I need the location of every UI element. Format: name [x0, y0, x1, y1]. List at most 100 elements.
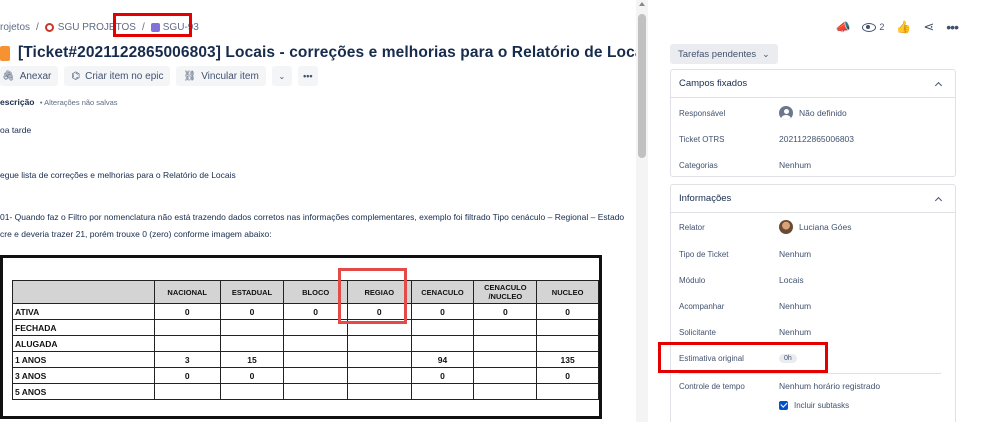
paperclip-icon: 🖇: [2, 70, 15, 82]
reporter-value: Luciana Góes: [799, 222, 852, 232]
field-label: Responsável: [679, 108, 726, 118]
attach-label: Anexar: [19, 70, 52, 82]
table-cell: 0: [536, 303, 599, 320]
scrollbar-thumb[interactable]: [638, 14, 646, 158]
field-value-time-tracking[interactable]: Nenhum horário registrado: [779, 381, 880, 391]
more-actions-button[interactable]: •••: [297, 66, 318, 86]
table-header-cell: NACIONAL: [153, 280, 221, 304]
table-row-label: ALUGADA: [12, 335, 155, 352]
table-cell: 0: [410, 367, 475, 384]
table-cell: 0: [219, 303, 285, 320]
table-header-cell: CENACULO: [410, 280, 475, 304]
chevron-up-icon: [934, 196, 943, 204]
field-row-otrs: Ticket OTRS 2021122865006803: [679, 131, 949, 147]
scroll-up-arrow-icon[interactable]: [639, 2, 645, 6]
unsaved-changes-note: • Alterações não salvas: [39, 98, 118, 107]
project-icon: [44, 22, 54, 32]
table-cell: [410, 335, 475, 352]
table-cell: 0: [153, 303, 221, 320]
table-header-cell: CENACULO /NUCLEO: [473, 280, 538, 304]
feedback-megaphone-icon[interactable]: 📣: [835, 20, 850, 34]
field-row-categories: Categorias Nenhum: [679, 157, 949, 173]
description-line[interactable]: oa tarde: [0, 125, 31, 135]
table-cell: 0: [536, 367, 599, 384]
field-value-assignee[interactable]: Não definido: [779, 106, 847, 120]
table-cell: [153, 335, 221, 352]
field-value-otrs[interactable]: 2021122865006803: [779, 134, 854, 144]
field-value-categories[interactable]: Nenhum: [779, 160, 811, 170]
share-icon[interactable]: ⋖: [923, 19, 934, 35]
table-cell: [346, 367, 412, 384]
table-cell: 15: [219, 351, 285, 368]
field-value-follow[interactable]: Nenhum: [779, 301, 811, 311]
table-cell: 94: [410, 351, 475, 368]
field-label: Acompanhar: [679, 301, 725, 311]
highlight-box-issue-key: [113, 13, 192, 37]
epic-color-icon: [0, 45, 10, 61]
field-label: Solicitante: [679, 327, 716, 337]
table-row: ATIVA 0 0 0 0 0 0 0: [12, 303, 599, 320]
field-label: Módulo: [679, 275, 706, 285]
pending-tasks-label: Tarefas pendentes: [678, 48, 757, 60]
issue-title[interactable]: [Ticket#2021122865006803] Locais - corre…: [18, 44, 636, 62]
issue-toolbar: 🖇 Anexar ⌬ Criar item no epic ⛓ Vincular…: [0, 66, 324, 86]
table-row: FECHADA: [12, 319, 599, 336]
table-cell: [410, 383, 475, 400]
assignee-value: Não definido: [799, 108, 847, 118]
pending-tasks-dropdown[interactable]: Tarefas pendentes ⌄: [670, 44, 778, 64]
description-line[interactable]: cre e deveria trazer 21, porém trouxe 0 …: [0, 229, 272, 239]
field-row-module: Módulo Locais: [679, 272, 949, 288]
table-cell: [153, 319, 221, 336]
table-header-cell: ESTADUAL: [219, 280, 285, 304]
include-subtasks-checkbox[interactable]: Incluir subtasks: [779, 400, 849, 410]
table-cell: [283, 351, 348, 368]
details-header[interactable]: Informações: [671, 185, 955, 213]
table-cell: [536, 319, 599, 336]
field-label: Categorias: [679, 160, 718, 170]
link-issue-button[interactable]: ⛓ Vincular item: [176, 66, 266, 86]
chevron-up-icon: [934, 81, 943, 89]
link-dropdown-button[interactable]: ⌄: [271, 66, 292, 86]
chevron-down-icon: ⌄: [762, 48, 770, 59]
field-value-requester[interactable]: Nenhum: [779, 327, 811, 337]
field-value-ticket-type[interactable]: Nenhum: [779, 249, 811, 259]
more-icon: •••: [303, 71, 313, 81]
highlight-box-estimate: [658, 342, 828, 373]
user-avatar: [779, 220, 793, 234]
chevron-down-icon: ⌄: [278, 71, 286, 81]
watch-count: 2: [879, 22, 885, 32]
table-cell: [283, 367, 348, 384]
divider: [679, 373, 941, 374]
field-row-assignee: Responsável Não definido: [679, 105, 949, 121]
attach-button[interactable]: 🖇 Anexar: [0, 66, 59, 86]
create-child-label: Criar item no epic: [85, 70, 164, 82]
include-subtasks-row: Incluir subtasks: [679, 397, 949, 413]
details-title: Informações: [679, 193, 732, 204]
watch-button[interactable]: 2: [862, 22, 884, 32]
table-row: ALUGADA: [12, 335, 599, 352]
create-child-button[interactable]: ⌬ Criar item no epic: [64, 66, 171, 86]
description-line[interactable]: 01- Quando faz o Filtro por nomenclatura…: [0, 212, 624, 222]
table-cell: [473, 367, 538, 384]
description-line[interactable]: egue lista de correções e melhorias para…: [0, 170, 236, 180]
table-cell: [283, 335, 348, 352]
header-actions: 📣 2 👍 ⋖ •••: [835, 19, 959, 35]
field-value-reporter[interactable]: Luciana Góes: [779, 220, 851, 234]
table-cell: [473, 335, 538, 352]
field-row-follow: Acompanhar Nenhum: [679, 298, 949, 314]
embedded-screenshot[interactable]: NACIONAL ESTADUAL BLOCO REGIAO CENACULO …: [0, 255, 602, 419]
more-options-icon[interactable]: •••: [946, 19, 959, 35]
field-label: Tipo de Ticket: [679, 249, 729, 259]
table-cell: [536, 335, 599, 352]
thumbs-up-icon[interactable]: 👍: [896, 20, 911, 34]
pinned-fields-header[interactable]: Campos fixados: [671, 70, 955, 98]
breadcrumb-projects[interactable]: rojetos: [0, 22, 30, 33]
table-header-row: NACIONAL ESTADUAL BLOCO REGIAO CENACULO …: [12, 280, 599, 304]
table-row: 3 ANOS 0 0 0 0: [12, 367, 599, 384]
field-value-module[interactable]: Locais: [779, 275, 804, 285]
table-cell: [283, 383, 348, 400]
description-heading: escrição • Alterações não salvas: [0, 97, 118, 107]
table-cell: [346, 383, 412, 400]
details-panel: Informações Relator Luciana Góes Tipo de…: [670, 184, 956, 422]
table-cell: 135: [536, 351, 599, 368]
